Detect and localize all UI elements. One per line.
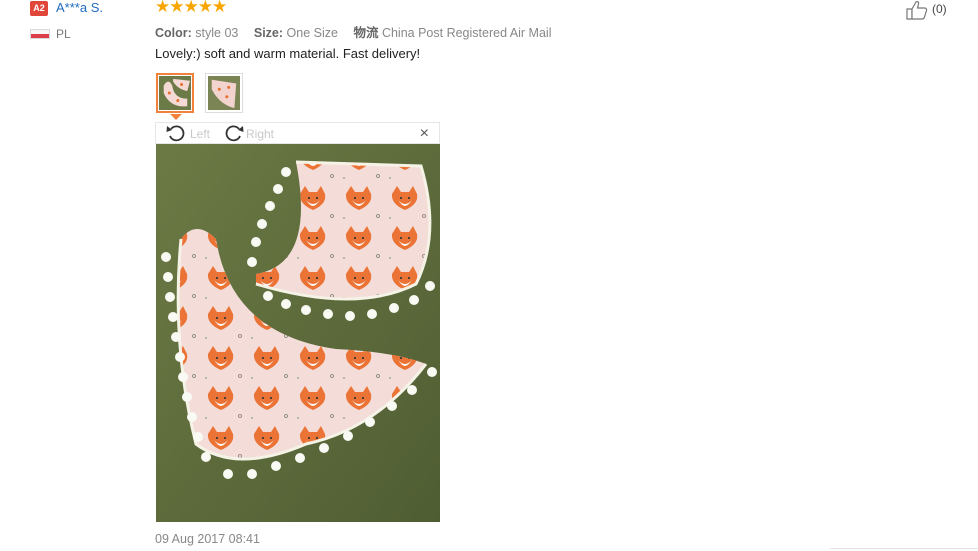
shipping-value: China Post Registered Air Mail (381, 26, 552, 40)
rotate-right-button[interactable]: Right (222, 123, 278, 145)
star-rating: ★★★★★ (155, 0, 227, 16)
review-text: Lovely:) soft and warm material. Fast de… (155, 46, 421, 61)
photo-thumbnail-image (208, 76, 240, 110)
review-date: 09 Aug 2017 08:41 (155, 532, 260, 546)
buyer-level-badge: A2 (30, 1, 48, 16)
photo-thumbnail-image (159, 76, 191, 110)
reviewer-country: PL (56, 27, 71, 41)
divider (830, 548, 978, 549)
size-value: One Size (286, 26, 338, 40)
review-photo-thumb-1[interactable] (156, 73, 194, 113)
order-info: Color: style 03 Size: One Size 物流 China … (155, 22, 551, 41)
rotate-left-label: Left (190, 127, 211, 141)
helpful-count: (0) (932, 2, 947, 16)
rotate-right-icon (225, 125, 244, 142)
thumbs-up-icon (906, 1, 928, 20)
review-photo-thumb-2[interactable] (205, 73, 243, 113)
active-thumb-indicator (170, 114, 182, 120)
color-value: style 03 (195, 26, 239, 40)
shipping-label: 物流 (353, 26, 379, 40)
size-label: Size: (253, 26, 284, 40)
color-label: Color: (155, 26, 192, 40)
review-photo (156, 144, 440, 522)
rotate-left-icon (166, 125, 185, 142)
reviewer-name: A***a S. (56, 0, 103, 15)
poland-flag-icon (30, 29, 50, 39)
photo-viewer-toolbar: Left Right × (155, 122, 440, 144)
helpful-button[interactable]: (0) (906, 0, 966, 20)
rotate-right-label: Right (246, 127, 275, 141)
close-viewer-button[interactable]: × (420, 124, 429, 144)
rotate-left-button[interactable]: Left (166, 123, 216, 145)
